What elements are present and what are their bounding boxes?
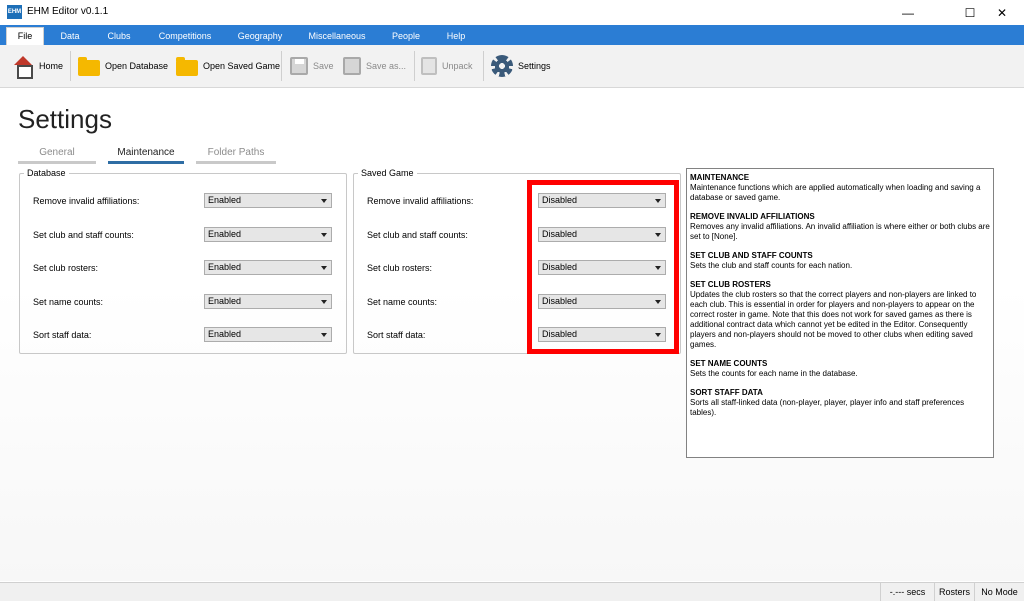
menu-tab-competitions[interactable]: Competitions (150, 28, 220, 45)
folder-icon (78, 56, 100, 76)
app-logo-icon: EHM (7, 5, 22, 19)
help-body: Sets the counts for each name in the dat… (690, 369, 858, 378)
help-heading: SET NAME COUNTS (690, 359, 768, 368)
help-section: MAINTENANCE Maintenance functions which … (690, 173, 990, 203)
sg-remove-affiliations-label: Remove invalid affiliations: (367, 196, 474, 206)
unpack-button[interactable]: Unpack (421, 51, 473, 81)
settings-label: Settings (518, 61, 551, 71)
help-section: SORT STAFF DATA Sorts all staff-linked d… (690, 388, 990, 418)
open-database-label: Open Database (105, 61, 169, 71)
chevron-down-icon (321, 233, 327, 237)
help-panel: MAINTENANCE Maintenance functions which … (686, 168, 994, 458)
db-club-rosters-value: Enabled (208, 262, 242, 272)
help-heading: REMOVE INVALID AFFILIATIONS (690, 212, 815, 221)
help-heading: SET CLUB AND STAFF COUNTS (690, 251, 813, 260)
tab-maintenance-underline (108, 161, 184, 164)
sg-club-staff-counts-label: Set club and staff counts: (367, 230, 468, 240)
home-button[interactable]: Home (12, 51, 63, 81)
folder-icon (176, 56, 198, 76)
toolbar: Home Open Database Open Saved Game Save … (0, 45, 1024, 88)
highlight-box (527, 180, 679, 354)
sg-sort-staff-label: Sort staff data: (367, 330, 426, 340)
db-remove-affiliations-label: Remove invalid affiliations: (33, 196, 140, 206)
home-icon (12, 55, 34, 79)
tab-general-underline (18, 161, 96, 164)
db-sort-staff-select[interactable]: Enabled (204, 327, 332, 342)
sg-name-counts-label: Set name counts: (367, 297, 438, 307)
db-club-staff-counts-value: Enabled (208, 229, 242, 239)
menu-tab-people[interactable]: People (384, 28, 428, 45)
close-button[interactable]: ✕ (979, 0, 1024, 25)
db-sort-staff-label: Sort staff data: (33, 330, 92, 340)
open-database-button[interactable]: Open Database (78, 51, 168, 81)
minimize-button[interactable]: — (885, 0, 931, 25)
save-as-button[interactable]: Save as... (343, 51, 406, 81)
tab-folder-paths[interactable]: Folder Paths (196, 147, 276, 158)
page-title: Settings (18, 104, 112, 134)
window-title: EHM Editor v0.1.1 (27, 6, 109, 17)
settings-button[interactable]: Settings (491, 51, 551, 81)
menu-tab-geography[interactable]: Geography (230, 28, 290, 45)
menu-tab-data[interactable]: Data (50, 28, 90, 45)
save-as-label: Save as... (366, 61, 407, 71)
title-bar: EHM EHM Editor v0.1.1 — ☐ ✕ (0, 0, 1024, 25)
db-name-counts-value: Enabled (208, 296, 242, 306)
status-bar: -.--- secs Rosters No Mode (0, 582, 1024, 601)
db-club-rosters-select[interactable]: Enabled (204, 260, 332, 275)
saved-game-group-title: Saved Game (361, 168, 414, 178)
help-body: Maintenance functions which are applied … (690, 183, 981, 202)
chevron-down-icon (321, 333, 327, 337)
db-remove-affiliations-select[interactable]: Enabled (204, 193, 332, 208)
help-heading: MAINTENANCE (690, 173, 750, 182)
db-club-staff-counts-select[interactable]: Enabled (204, 227, 332, 242)
chevron-down-icon (321, 300, 327, 304)
help-section: SET NAME COUNTS Sets the counts for each… (690, 359, 990, 379)
database-group-title: Database (27, 168, 66, 178)
unpack-icon (421, 57, 437, 75)
chevron-down-icon (321, 199, 327, 203)
gear-icon (491, 55, 513, 77)
toolbar-separator (70, 51, 71, 81)
chevron-down-icon (321, 266, 327, 270)
help-body: Sets the club and staff counts for each … (690, 261, 853, 270)
tab-maintenance[interactable]: Maintenance (108, 147, 184, 158)
unpack-label: Unpack (442, 61, 473, 71)
toolbar-separator (483, 51, 484, 81)
home-label: Home (39, 61, 64, 71)
help-section: REMOVE INVALID AFFILIATIONS Removes any … (690, 212, 990, 242)
toolbar-separator (281, 51, 282, 81)
db-name-counts-label: Set name counts: (33, 297, 104, 307)
save-icon (290, 57, 308, 75)
sg-club-rosters-label: Set club rosters: (367, 263, 433, 273)
status-mode-rosters: Rosters (934, 583, 974, 601)
tab-general[interactable]: General (18, 147, 96, 158)
help-heading: SET CLUB ROSTERS (690, 280, 771, 289)
status-mode: No Mode (974, 583, 1024, 601)
help-section: SET CLUB AND STAFF COUNTS Sets the club … (690, 251, 990, 271)
status-timer: -.--- secs (880, 583, 934, 601)
menu-bar: File Data Clubs Competitions Geography M… (0, 25, 1024, 45)
help-body: Removes any invalid affiliations. An inv… (690, 222, 990, 241)
open-saved-game-button[interactable]: Open Saved Game (176, 51, 280, 81)
menu-tab-miscellaneous[interactable]: Miscellaneous (300, 28, 374, 45)
help-heading: SORT STAFF DATA (690, 388, 763, 397)
save-button[interactable]: Save (290, 51, 334, 81)
db-remove-affiliations-value: Enabled (208, 195, 242, 205)
db-name-counts-select[interactable]: Enabled (204, 294, 332, 309)
menu-tab-clubs[interactable]: Clubs (97, 28, 141, 45)
open-saved-game-label: Open Saved Game (203, 61, 281, 71)
settings-page: Settings General Maintenance Folder Path… (0, 89, 1024, 581)
db-sort-staff-value: Enabled (208, 329, 242, 339)
help-body: Sorts all staff-linked data (non-player,… (690, 398, 965, 417)
menu-tab-file[interactable]: File (6, 27, 44, 45)
menu-tab-help[interactable]: Help (438, 28, 474, 45)
help-body: Updates the club rosters so that the cor… (690, 290, 977, 349)
save-as-icon (343, 57, 361, 75)
tab-folder-paths-underline (196, 161, 276, 164)
db-club-rosters-label: Set club rosters: (33, 263, 99, 273)
save-label: Save (313, 61, 334, 71)
help-section: SET CLUB ROSTERS Updates the club roster… (690, 280, 990, 350)
db-club-staff-counts-label: Set club and staff counts: (33, 230, 134, 240)
toolbar-separator (414, 51, 415, 81)
